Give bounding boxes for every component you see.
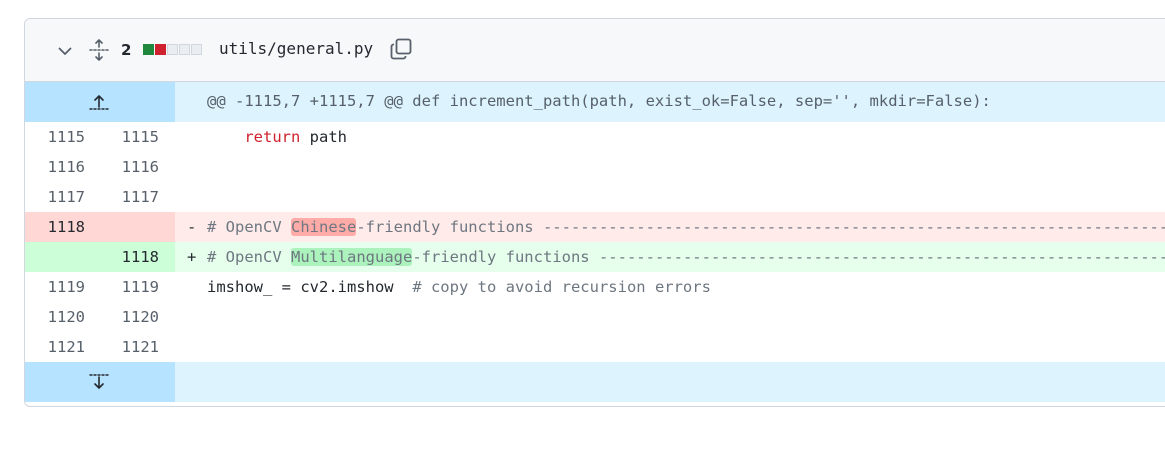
diffstat-block <box>167 44 178 55</box>
code-text: imshow_ = cv2.imshow <box>207 278 413 296</box>
diff-line: 1119 1119 imshow_ = cv2.imshow # copy to … <box>25 272 1165 302</box>
diffstat-block <box>191 44 202 55</box>
added-line: 1118 + # OpenCV Multilanguage-friendly f… <box>25 242 1165 272</box>
addition-marker: + <box>187 248 197 266</box>
old-line-number[interactable]: 1116 <box>25 158 85 176</box>
new-line-number[interactable]: 1121 <box>99 338 159 356</box>
expand-down-gutter[interactable] <box>25 362 175 402</box>
diff-file-card: 2 utils/general.py @@ -1115,7 +1115,7 @@… <box>24 18 1165 407</box>
code-comment: # copy to avoid recursion errors <box>412 278 711 296</box>
code-text: path <box>300 128 347 146</box>
new-line-number[interactable]: 1117 <box>99 188 159 206</box>
old-line-number[interactable]: 1120 <box>25 308 85 326</box>
new-line-number[interactable]: 1120 <box>99 308 159 326</box>
old-line-number[interactable]: 1117 <box>25 188 85 206</box>
new-line-number[interactable]: 1115 <box>99 128 159 146</box>
hunk-header-row: @@ -1115,7 +1115,7 @@ def increment_path… <box>25 82 1165 122</box>
code-comment: -friendly functions --------------------… <box>356 218 1165 236</box>
added-word: Multilanguage <box>291 248 413 266</box>
new-line-number[interactable]: 1116 <box>99 158 159 176</box>
hunk-header: @@ -1115,7 +1115,7 @@ def increment_path… <box>207 92 991 110</box>
new-line-number[interactable]: 1119 <box>99 278 159 296</box>
diff-line: 1115 1115 return path <box>25 122 1165 152</box>
diff-line: 1121 1121 <box>25 332 1165 362</box>
diff-line: 1120 1120 <box>25 302 1165 332</box>
diffstat-block <box>155 44 166 55</box>
copy-icon[interactable] <box>389 37 413 61</box>
fold-down-icon[interactable] <box>88 372 110 392</box>
code-comment: # OpenCV <box>207 248 291 266</box>
old-line-number[interactable]: 1119 <box>25 278 85 296</box>
diff-line: 1116 1116 <box>25 152 1165 182</box>
fold-up-icon[interactable] <box>88 92 110 112</box>
code-keyword: return <box>244 128 301 146</box>
file-header: 2 utils/general.py <box>25 19 1165 82</box>
diff-table: @@ -1115,7 +1115,7 @@ def increment_path… <box>25 82 1165 402</box>
expand-up-gutter[interactable] <box>25 82 175 122</box>
old-line-number[interactable]: 1115 <box>25 128 85 146</box>
code-comment: -friendly functions --------------------… <box>412 248 1165 266</box>
chevron-down-icon[interactable] <box>57 43 73 59</box>
diffstat-block <box>143 44 154 55</box>
deleted-word: Chinese <box>291 218 357 236</box>
deleted-line: 1118 - # OpenCV Chinese-friendly functio… <box>25 212 1165 242</box>
diff-line: 1117 1117 <box>25 182 1165 212</box>
code-comment: # OpenCV <box>207 218 291 236</box>
diffstat-block <box>179 44 190 55</box>
expand-down-row <box>25 362 1165 402</box>
old-line-number[interactable]: 1121 <box>25 338 85 356</box>
change-count: 2 <box>121 41 132 59</box>
unfold-icon[interactable] <box>89 39 109 61</box>
diffstat-blocks <box>143 44 202 55</box>
new-line-number[interactable]: 1118 <box>99 248 159 266</box>
deletion-marker: - <box>187 218 197 236</box>
old-line-number[interactable]: 1118 <box>25 218 85 236</box>
file-name[interactable]: utils/general.py <box>219 39 373 58</box>
